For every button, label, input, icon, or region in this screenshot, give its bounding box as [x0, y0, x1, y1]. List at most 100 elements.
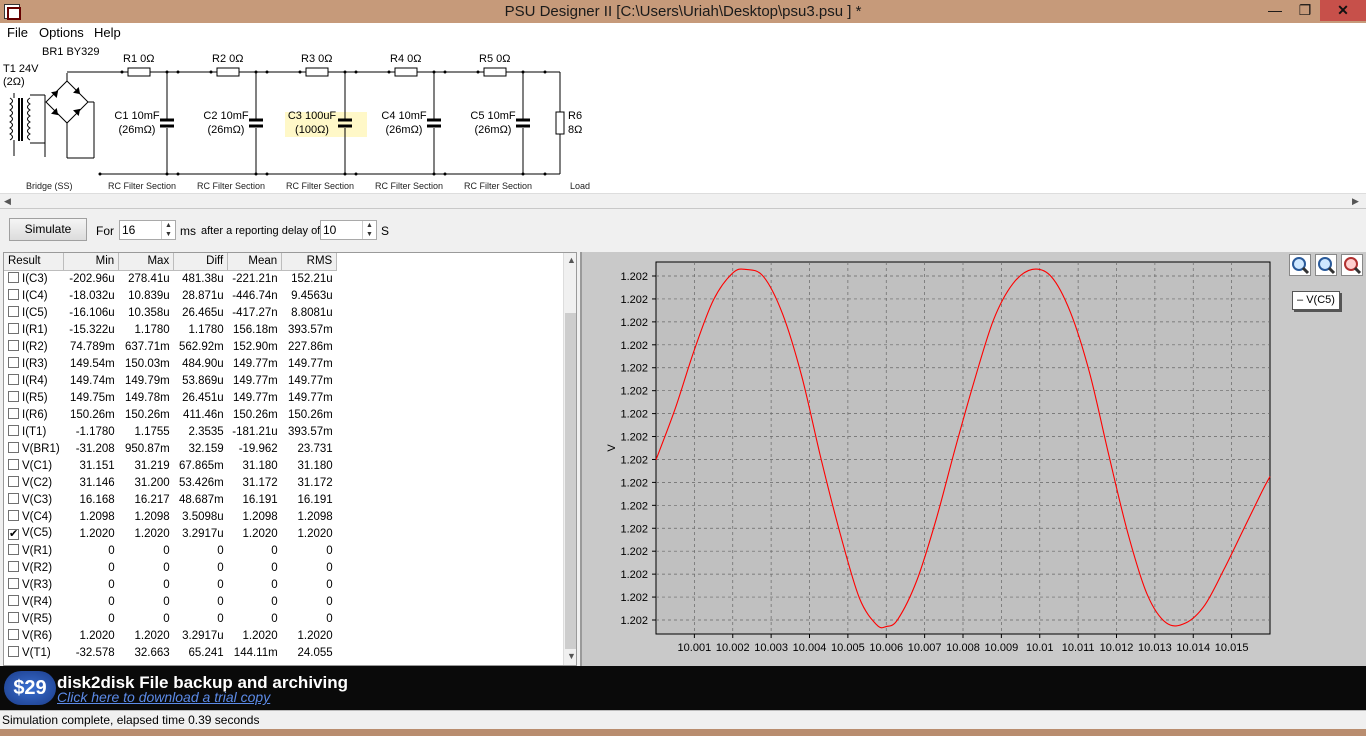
result-name-cell[interactable]: V(R4) [4, 593, 64, 610]
result-name-cell[interactable]: V(R6) [4, 627, 64, 644]
table-row[interactable]: ✔ V(C5) 1.2020 1.2020 3.2917u 1.2020 1.2020 [4, 525, 337, 542]
r1-label[interactable]: R1 0Ω [123, 53, 154, 65]
result-checkbox[interactable] [8, 408, 19, 419]
result-name-cell[interactable]: V(C3) [4, 491, 64, 508]
result-name-cell[interactable]: V(T1) [4, 644, 64, 661]
schematic-canvas[interactable]: T1 24V (2Ω) BR1 BY329 R1 0Ω R2 0Ω R3 0Ω … [0, 43, 1366, 193]
result-checkbox[interactable] [8, 459, 19, 470]
maximize-button[interactable]: ❐ [1292, 0, 1318, 21]
result-checkbox[interactable] [8, 374, 19, 385]
r4-label[interactable]: R4 0Ω [390, 53, 421, 65]
table-row[interactable]: I(R6) 150.26m 150.26m 411.46n 150.26m 150.26m [4, 406, 337, 423]
schematic-hscrollbar[interactable]: ◀ ▶ [0, 193, 1366, 208]
ad-banner[interactable]: $29 disk2disk File backup and archiving … [0, 666, 1366, 710]
spinner-arrows-icon[interactable]: ▲ ▼ [362, 221, 376, 239]
table-row[interactable]: I(R2) 74.789m 637.71m 562.92m 152.90m 227.86m [4, 338, 337, 355]
c2-label[interactable]: C2 10mF [203, 110, 249, 122]
menu-file[interactable]: File [7, 25, 28, 40]
result-name-cell[interactable]: V(C4) [4, 508, 64, 525]
col-rms[interactable]: RMS [281, 253, 338, 271]
result-name-cell[interactable]: I(R4) [4, 372, 64, 389]
c4-label[interactable]: C4 10mF [381, 110, 427, 122]
col-mean[interactable]: Mean [227, 253, 283, 271]
result-checkbox[interactable] [8, 493, 19, 504]
results-vscrollbar[interactable]: ▲ ▼ [563, 253, 576, 665]
scroll-left-icon[interactable]: ◀ [4, 196, 11, 207]
table-row[interactable]: V(C4) 1.2098 1.2098 3.5098u 1.2098 1.2098 [4, 508, 337, 525]
table-row[interactable]: V(T1) -32.578 32.663 65.241 144.11m 24.055 [4, 644, 337, 661]
result-checkbox[interactable] [8, 357, 19, 368]
result-checkbox[interactable] [8, 272, 19, 284]
table-row[interactable]: I(C4) -18.032u 10.839u 28.871u -446.74n 9.456… [4, 287, 337, 304]
c1-label[interactable]: C1 10mF [114, 110, 160, 122]
result-checkbox[interactable] [8, 442, 19, 453]
result-name-cell[interactable]: I(C5) [4, 304, 64, 321]
table-row[interactable]: V(R1) 0 0 0 0 0 [4, 542, 337, 559]
result-name-cell[interactable]: V(R2) [4, 559, 64, 576]
load-label[interactable]: R6 [568, 110, 582, 122]
scroll-up-icon[interactable]: ▲ [567, 255, 576, 265]
result-checkbox[interactable] [8, 289, 19, 300]
result-checkbox[interactable]: ✔ [8, 529, 19, 540]
table-row[interactable]: V(R4) 0 0 0 0 0 [4, 593, 337, 610]
table-row[interactable]: V(R6) 1.2020 1.2020 3.2917u 1.2020 1.2020 [4, 627, 337, 644]
result-name-cell[interactable]: I(C3) [4, 270, 64, 287]
duration-spinner[interactable]: 16 ▲ ▼ [119, 220, 176, 240]
menu-help[interactable]: Help [94, 25, 121, 40]
result-name-cell[interactable]: V(R5) [4, 610, 64, 627]
result-name-cell[interactable]: V(BR1) [4, 440, 64, 457]
result-name-cell[interactable]: I(R3) [4, 355, 64, 372]
result-checkbox[interactable] [8, 612, 19, 623]
result-name-cell[interactable]: V(R3) [4, 576, 64, 593]
bridge-label[interactable]: BR1 BY329 [42, 46, 99, 58]
col-diff[interactable]: Diff [173, 253, 229, 271]
simulate-button[interactable]: Simulate [9, 218, 87, 241]
result-name-cell[interactable]: I(R5) [4, 389, 64, 406]
result-checkbox[interactable] [8, 578, 19, 589]
result-name-cell[interactable]: I(R2) [4, 338, 64, 355]
table-row[interactable]: I(R4) 149.74m 149.79m 53.869u 149.77m 149.77m [4, 372, 337, 389]
scroll-right-icon[interactable]: ▶ [1352, 196, 1359, 207]
result-checkbox[interactable] [8, 595, 19, 606]
result-checkbox[interactable] [8, 510, 19, 521]
table-row[interactable]: I(C5) -16.106u 10.358u 26.465u -417.27n 8.808… [4, 304, 337, 321]
result-checkbox[interactable] [8, 323, 19, 334]
table-row[interactable]: V(R3) 0 0 0 0 0 [4, 576, 337, 593]
result-name-cell[interactable]: I(R6) [4, 406, 64, 423]
r2-label[interactable]: R2 0Ω [212, 53, 243, 65]
duration-value[interactable]: 16 [122, 223, 135, 237]
result-name-cell[interactable]: I(C4) [4, 287, 64, 304]
delay-spinner[interactable]: 10 ▲ ▼ [320, 220, 377, 240]
result-checkbox[interactable] [8, 306, 19, 317]
result-name-cell[interactable]: I(R1) [4, 321, 64, 338]
spinner-arrows-icon[interactable]: ▲ ▼ [161, 221, 175, 239]
col-min[interactable]: Min [63, 253, 120, 271]
close-button[interactable]: ✕ [1320, 0, 1366, 21]
table-row[interactable]: V(BR1) -31.208 950.87m 32.159 -19.962 23.731 [4, 440, 337, 457]
result-checkbox[interactable] [8, 425, 19, 436]
result-checkbox[interactable] [8, 561, 19, 572]
table-row[interactable]: V(C2) 31.146 31.200 53.426m 31.172 31.172 [4, 474, 337, 491]
result-checkbox[interactable] [8, 340, 19, 351]
c3-label[interactable]: C3 100uF [287, 110, 337, 122]
r5-label[interactable]: R5 0Ω [479, 53, 510, 65]
scroll-down-icon[interactable]: ▼ [567, 651, 576, 661]
result-checkbox[interactable] [8, 646, 19, 657]
table-row[interactable]: I(R1) -15.322u 1.1780 1.1780 156.18m 393.57m [4, 321, 337, 338]
table-row[interactable]: I(C3) -202.96u 278.41u 481.38u -221.21n 152.2… [4, 270, 337, 287]
result-name-cell[interactable]: I(T1) [4, 423, 64, 440]
col-result[interactable]: Result [4, 253, 65, 271]
zoom-in-icon[interactable] [1289, 254, 1311, 276]
result-name-cell[interactable]: V(R1) [4, 542, 64, 559]
c5-label[interactable]: C5 10mF [470, 110, 516, 122]
col-max[interactable]: Max [118, 253, 175, 271]
table-row[interactable]: I(T1) -1.1780 1.1755 2.3535 -181.21u 393.57m [4, 423, 337, 440]
scroll-thumb[interactable] [565, 313, 576, 649]
result-checkbox[interactable] [8, 544, 19, 555]
r3-label[interactable]: R3 0Ω [301, 53, 332, 65]
zoom-out-icon[interactable] [1315, 254, 1337, 276]
result-checkbox[interactable] [8, 629, 19, 640]
ad-download-link[interactable]: Click here to download a trial copy [57, 689, 270, 705]
table-row[interactable]: V(R2) 0 0 0 0 0 [4, 559, 337, 576]
result-checkbox[interactable] [8, 476, 19, 487]
